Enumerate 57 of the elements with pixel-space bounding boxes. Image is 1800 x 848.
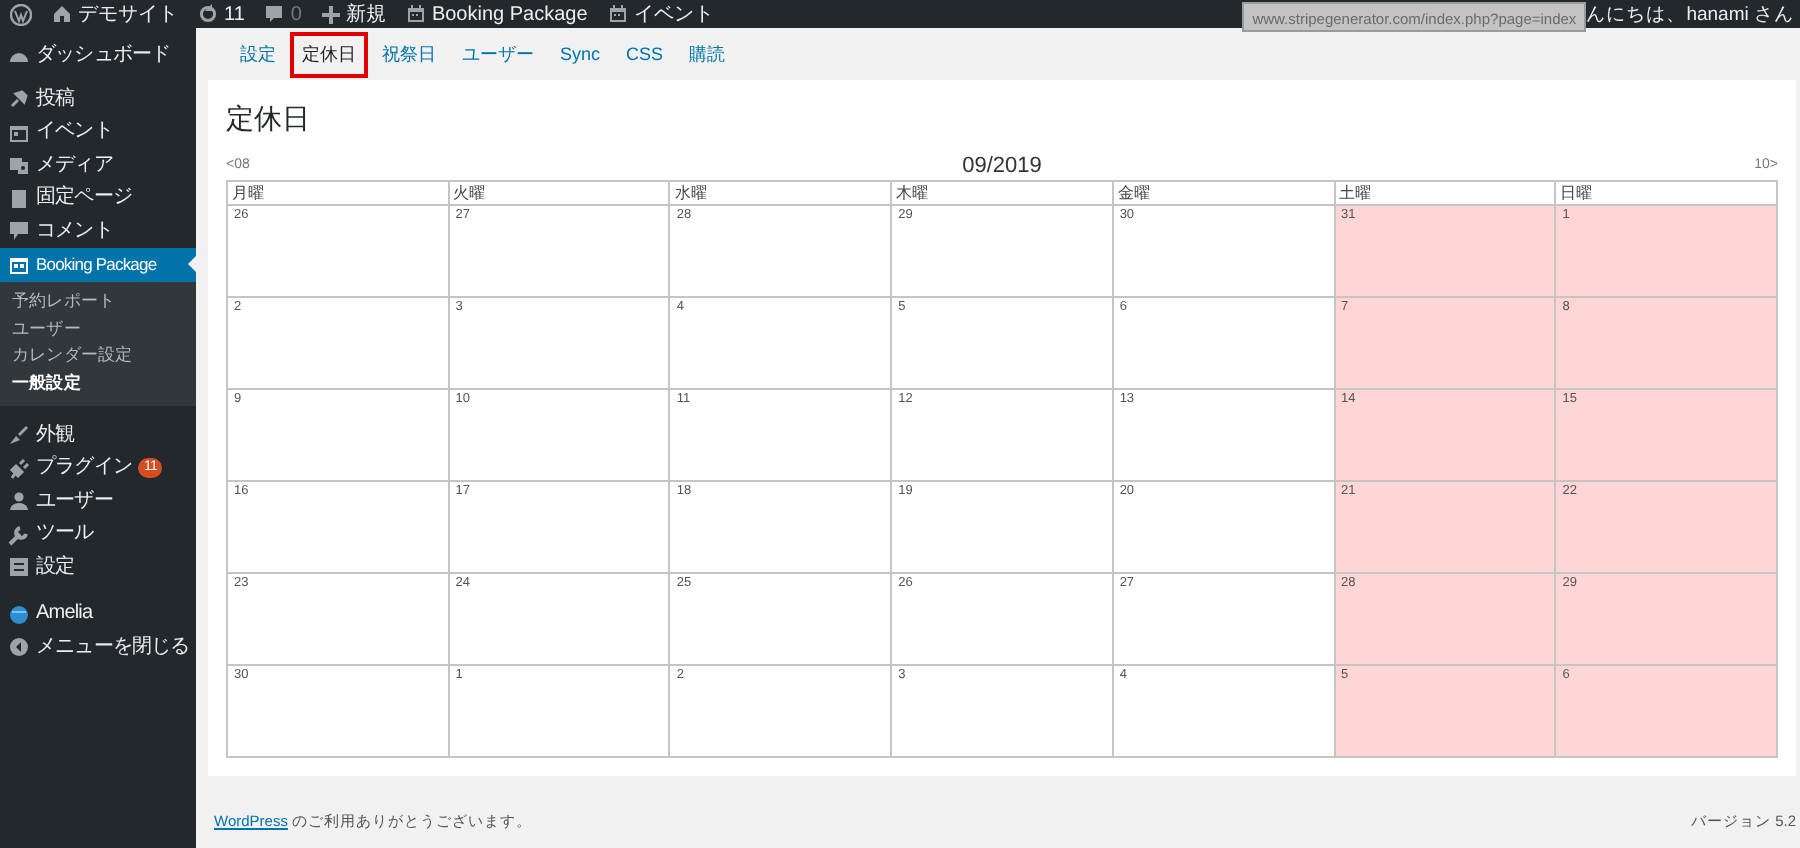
sidebar-item[interactable]: 投稿 [0,83,196,116]
wrench-icon [8,523,30,546]
page-icon [8,187,30,210]
calendar-icon [8,121,30,144]
user-icon [8,490,30,513]
weekday-header: 金曜 [1112,181,1335,205]
sidebar-item[interactable]: メディア [0,149,196,182]
sidebar-item[interactable]: Booking Package [0,248,196,281]
month-title: 09/2019 [962,153,1042,177]
updates-link[interactable]: 11 [188,0,255,28]
refresh-icon [198,4,218,24]
admin-bar-link[interactable]: イベント [597,0,724,28]
submenu-item[interactable]: カレンダー設定 [0,343,196,370]
plug-icon [8,457,30,480]
weekday-header: 日曜 [1555,181,1777,205]
sidebar-item[interactable]: 設定 [0,551,196,584]
sidebar-item[interactable]: コメント [0,215,196,248]
sidebar-item[interactable]: ツール [0,518,196,551]
sidebar-item[interactable]: 固定ページ [0,182,196,215]
submenu-item[interactable]: 一般設定 [0,370,196,397]
comment-icon [8,220,30,243]
submenu-item[interactable]: ユーザー [0,316,196,343]
sidebar-item[interactable]: 外観 [0,419,196,452]
sidebar-item[interactable]: イベント [0,116,196,149]
calendar-icon [8,253,30,276]
weekday-header: 月曜 [227,181,449,205]
media-icon [8,154,30,177]
brush-icon [8,424,30,447]
weekday-header: 水曜 [669,181,892,205]
weekday-header: 火曜 [448,181,670,205]
plus-icon [321,5,340,23]
greeting-text: んにちは、hanami さん [1586,1,1796,27]
tab[interactable]: ユーザー [450,31,546,77]
sidebar-item[interactable]: メニューを閉じる [0,631,196,664]
comment-icon [264,4,285,24]
submenu-item[interactable]: 予約レポート [0,289,196,316]
weekday-header: 土曜 [1334,181,1556,205]
sidebar-item[interactable]: ダッシュボード [0,40,196,73]
tab[interactable]: 定休日 [290,31,368,77]
home-icon [52,4,72,24]
site-link[interactable]: デモサイト [42,0,188,28]
tab[interactable]: 購読 [677,31,738,77]
tab[interactable]: Sync [548,34,613,74]
tab[interactable]: CSS [614,34,676,74]
pin-icon [8,88,30,111]
sidebar-item[interactable]: Amelia [0,598,196,631]
weekday-header: 木曜 [891,181,1113,205]
collapse-icon [8,636,30,659]
tab[interactable]: 祝祭日 [370,31,448,77]
globe-icon [8,603,30,626]
settings-icon [8,556,30,579]
tab[interactable]: 設定 [228,31,288,77]
new-content-link[interactable]: 新規 [311,0,396,28]
wordpress-logo-icon [10,3,32,25]
sidebar-item[interactable]: ユーザー [0,485,196,518]
admin-bar-link[interactable]: Booking Package [395,0,598,28]
page-title: 定休日 [226,102,312,138]
